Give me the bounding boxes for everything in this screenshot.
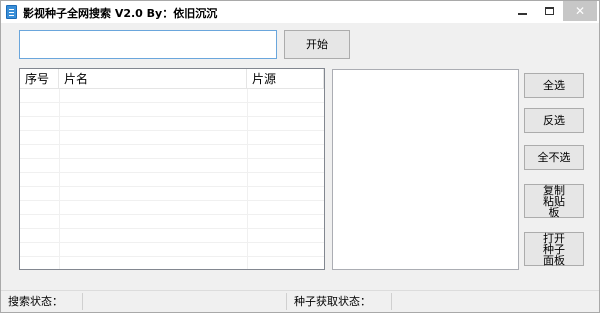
- list-gridline: [20, 187, 324, 201]
- select-all-label: 全选: [543, 79, 565, 92]
- open-seed-panel-button[interactable]: 打开种子面板: [524, 232, 584, 266]
- invert-selection-button[interactable]: 反选: [524, 108, 584, 133]
- select-all-button[interactable]: 全选: [524, 73, 584, 98]
- maximize-icon: [544, 7, 554, 15]
- select-none-label: 全不选: [537, 151, 571, 164]
- results-list[interactable]: 序号 片名 片源: [19, 68, 325, 270]
- search-status-label: 搜索状态：: [1, 293, 83, 310]
- list-gridline: [20, 229, 324, 243]
- search-status-value: [83, 293, 287, 310]
- column-header-index[interactable]: 序号: [20, 69, 59, 89]
- close-button[interactable]: ✕: [563, 1, 597, 21]
- app-window: 影视种子全网搜索 V2.0 By：依旧沉沉 ✕ 开始 序号 片名 片源 全选 反…: [0, 0, 600, 313]
- column-header-source[interactable]: 片源: [247, 69, 324, 89]
- app-icon: [6, 5, 17, 19]
- list-gridline: [20, 201, 324, 215]
- minimize-icon: [517, 13, 527, 15]
- open-seed-panel-label: 打开种子面板: [543, 231, 565, 267]
- list-gridline: [20, 159, 324, 173]
- start-button[interactable]: 开始: [284, 30, 350, 59]
- list-gridline: [20, 257, 324, 269]
- minimize-button[interactable]: [509, 1, 535, 21]
- list-gridline: [20, 145, 324, 159]
- invert-selection-label: 反选: [543, 114, 565, 127]
- search-input[interactable]: [19, 30, 277, 59]
- list-gridline: [20, 243, 324, 257]
- select-none-button[interactable]: 全不选: [524, 145, 584, 170]
- status-bar: 搜索状态： 种子获取状态：: [1, 290, 599, 312]
- seed-status-label: 种子获取状态：: [287, 293, 392, 310]
- list-gridline: [20, 215, 324, 229]
- list-gridline: [20, 103, 324, 117]
- list-gridline: [20, 173, 324, 187]
- copy-clipboard-label: 复制粘贴板: [543, 183, 565, 219]
- list-gridline: [20, 117, 324, 131]
- title-bar[interactable]: 影视种子全网搜索 V2.0 By：依旧沉沉 ✕: [1, 1, 599, 23]
- detail-textbox[interactable]: [332, 69, 519, 270]
- list-gridline: [20, 89, 324, 103]
- seed-status-value: [392, 293, 599, 310]
- list-header: 序号 片名 片源: [20, 69, 324, 89]
- maximize-button[interactable]: [536, 1, 562, 21]
- list-gridline: [20, 131, 324, 145]
- close-icon: ✕: [574, 4, 586, 18]
- window-title: 影视种子全网搜索 V2.0 By：依旧沉沉: [23, 7, 218, 20]
- copy-clipboard-button[interactable]: 复制粘贴板: [524, 184, 584, 218]
- column-header-title[interactable]: 片名: [59, 69, 247, 89]
